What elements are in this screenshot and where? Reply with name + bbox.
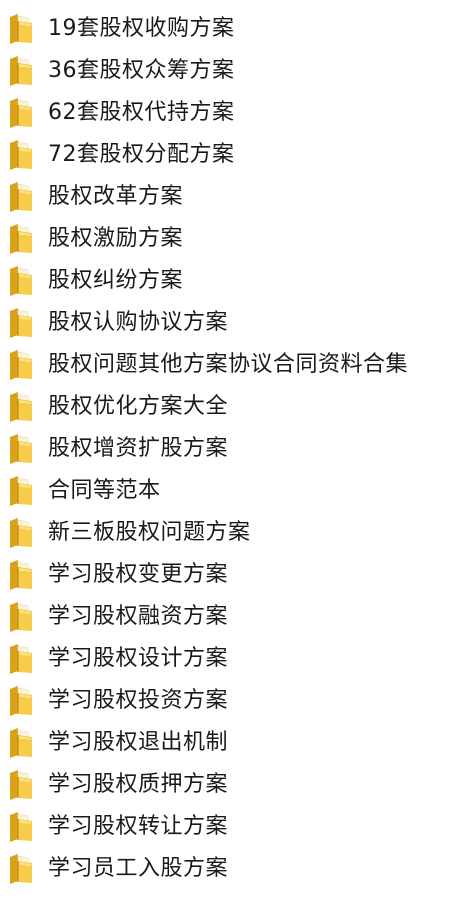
folder-icon (6, 601, 36, 633)
folder-name: 学习股权融资方案 (48, 604, 229, 629)
folder-item[interactable]: 学习员工入股方案 (0, 848, 454, 890)
folder-icon (6, 307, 36, 339)
folder-item[interactable]: 股权改革方案 (0, 176, 454, 218)
folder-name: 股权问题其他方案协议合同资料合集 (48, 352, 409, 377)
folder-item[interactable]: 学习股权投资方案 (0, 680, 454, 722)
folder-icon (6, 97, 36, 129)
folder-name: 股权纠纷方案 (48, 268, 184, 293)
folder-item[interactable]: 学习股权转让方案 (0, 806, 454, 848)
folder-name: 学习股权投资方案 (48, 688, 229, 713)
folder-list: 19套股权收购方案 36套股权众筹方案 62套股权代持方案 72套股权分配方案 股权改革… (0, 0, 454, 898)
folder-name: 学习员工入股方案 (48, 856, 229, 881)
folder-name: 62套股权代持方案 (48, 100, 235, 125)
folder-icon (6, 391, 36, 423)
folder-name: 学习股权设计方案 (48, 646, 229, 671)
folder-icon (6, 13, 36, 45)
folder-name: 合同等范本 (48, 478, 161, 503)
folder-icon (6, 55, 36, 87)
folder-icon (6, 181, 36, 213)
folder-icon (6, 265, 36, 297)
folder-icon (6, 853, 36, 885)
folder-icon (6, 433, 36, 465)
folder-item[interactable]: 36套股权众筹方案 (0, 50, 454, 92)
folder-item[interactable]: 股权增资扩股方案 (0, 428, 454, 470)
folder-icon (6, 643, 36, 675)
folder-item[interactable]: 股权纠纷方案 (0, 260, 454, 302)
folder-name: 股权优化方案大全 (48, 394, 229, 419)
folder-name: 股权激励方案 (48, 226, 184, 251)
folder-icon (6, 559, 36, 591)
folder-name: 36套股权众筹方案 (48, 58, 235, 83)
folder-name: 股权认购协议方案 (48, 310, 229, 335)
folder-name: 19套股权收购方案 (48, 16, 235, 41)
folder-item[interactable]: 62套股权代持方案 (0, 92, 454, 134)
folder-item[interactable]: 股权问题其他方案协议合同资料合集 (0, 344, 454, 386)
folder-icon (6, 223, 36, 255)
folder-name: 股权改革方案 (48, 184, 184, 209)
folder-name: 学习股权质押方案 (48, 772, 229, 797)
folder-name: 新三板股权问题方案 (48, 520, 251, 545)
folder-icon (6, 727, 36, 759)
folder-item[interactable]: 学习股权退出机制 (0, 722, 454, 764)
folder-name: 学习股权转让方案 (48, 814, 229, 839)
folder-name: 学习股权变更方案 (48, 562, 229, 587)
folder-item[interactable]: 学习股权变更方案 (0, 554, 454, 596)
folder-icon (6, 685, 36, 717)
folder-icon (6, 475, 36, 507)
folder-icon (6, 517, 36, 549)
folder-item[interactable]: 学习股权设计方案 (0, 638, 454, 680)
folder-item[interactable]: 股权激励方案 (0, 218, 454, 260)
folder-item[interactable]: 股权优化方案大全 (0, 386, 454, 428)
folder-item[interactable]: 学习股权融资方案 (0, 596, 454, 638)
folder-item[interactable]: 新三板股权问题方案 (0, 512, 454, 554)
folder-item[interactable]: 合同等范本 (0, 470, 454, 512)
folder-item[interactable]: 72套股权分配方案 (0, 134, 454, 176)
folder-item[interactable]: 股权认购协议方案 (0, 302, 454, 344)
folder-icon (6, 811, 36, 843)
folder-item[interactable]: 19套股权收购方案 (0, 8, 454, 50)
folder-icon (6, 349, 36, 381)
folder-icon (6, 769, 36, 801)
folder-icon (6, 139, 36, 171)
folder-item[interactable]: 学习股权质押方案 (0, 764, 454, 806)
folder-name: 72套股权分配方案 (48, 142, 235, 167)
folder-name: 股权增资扩股方案 (48, 436, 229, 461)
folder-name: 学习股权退出机制 (48, 730, 229, 755)
